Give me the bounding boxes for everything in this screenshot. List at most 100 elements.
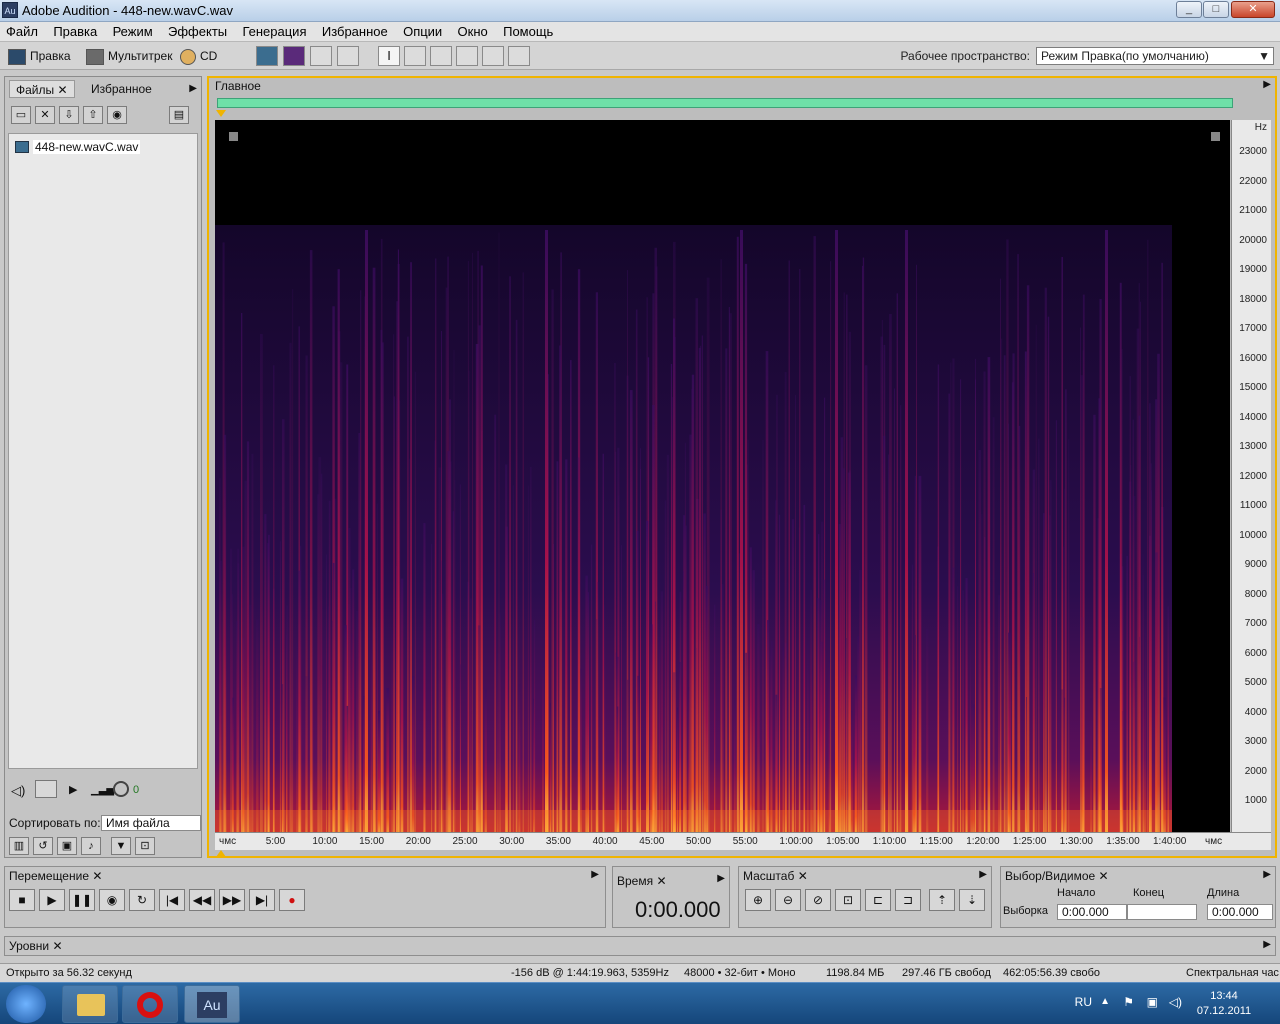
filter-midi-icon[interactable]: ♪: [81, 837, 101, 855]
spot-healing-tool-icon[interactable]: [482, 46, 504, 66]
spectrogram[interactable]: [215, 120, 1230, 832]
zoom-left-edge-icon[interactable]: ⊏: [865, 889, 891, 911]
record-button[interactable]: ●: [279, 889, 305, 911]
view-options-icon[interactable]: ▤: [169, 106, 189, 124]
menu-options[interactable]: Опции: [397, 22, 448, 42]
close-icon[interactable]: ✕: [1099, 869, 1109, 883]
phase-display-icon[interactable]: [337, 46, 359, 66]
fast-forward-button[interactable]: ▶▶: [219, 889, 245, 911]
filter-options-icon[interactable]: ▼: [111, 837, 131, 855]
overview-bar[interactable]: [217, 98, 1233, 108]
audition-taskbar-button[interactable]: Au: [184, 985, 240, 1023]
pan-display-icon[interactable]: [310, 46, 332, 66]
play-from-cursor-button[interactable]: ◉: [99, 889, 125, 911]
editor-tab[interactable]: Главное: [215, 78, 261, 94]
brush-tool-icon[interactable]: [456, 46, 478, 66]
import-icon[interactable]: ⇩: [59, 106, 79, 124]
close-icon[interactable]: ✕: [656, 874, 666, 888]
time-selection-tool-icon[interactable]: I: [378, 46, 400, 66]
edit-view-button[interactable]: Правка: [8, 46, 71, 66]
panel-menu-icon[interactable]: ▶: [1263, 939, 1271, 950]
menu-file[interactable]: Файл: [0, 22, 44, 42]
rewind-button[interactable]: ◀◀: [189, 889, 215, 911]
cd-view-button[interactable]: CD: [180, 46, 217, 66]
marquee-tool-icon[interactable]: [404, 46, 426, 66]
clock[interactable]: 13:44 07.12.2011: [1194, 989, 1254, 1019]
loop-icon[interactable]: [35, 780, 57, 798]
start-button[interactable]: [6, 985, 46, 1023]
corner-marker-icon[interactable]: [1211, 132, 1220, 141]
network-icon[interactable]: ▣: [1147, 995, 1158, 1009]
menu-window[interactable]: Окно: [452, 22, 494, 42]
zoom-in-vertical-icon[interactable]: ⇡: [929, 889, 955, 911]
filter-loop-icon[interactable]: ↺: [33, 837, 53, 855]
play-preview-icon[interactable]: ▶: [69, 783, 77, 796]
panel-menu-icon[interactable]: ▶: [189, 83, 197, 94]
scrub-tool-icon[interactable]: [508, 46, 530, 66]
zoom-out-horizontal-icon[interactable]: ⊖: [775, 889, 801, 911]
panel-menu-icon[interactable]: ▶: [979, 869, 987, 880]
selection-start-field[interactable]: 0:00.000: [1057, 904, 1127, 920]
playhead-marker-icon[interactable]: [216, 110, 226, 117]
list-item[interactable]: 448-new.wavC.wav: [33, 140, 141, 154]
stop-button[interactable]: ■: [9, 889, 35, 911]
close-icon[interactable]: ✕: [798, 869, 808, 883]
pause-button[interactable]: ❚❚: [69, 889, 95, 911]
go-to-end-button[interactable]: ▶|: [249, 889, 275, 911]
corner-marker-icon[interactable]: [229, 132, 238, 141]
panel-menu-icon[interactable]: ▶: [717, 873, 725, 884]
spectral-line: [736, 236, 739, 832]
language-indicator[interactable]: RU: [1075, 995, 1092, 1009]
zoom-out-vertical-icon[interactable]: ⇣: [959, 889, 985, 911]
panel-menu-icon[interactable]: ▶: [591, 869, 599, 880]
menu-generate[interactable]: Генерация: [236, 22, 312, 42]
panel-menu-icon[interactable]: ▶: [1263, 869, 1271, 880]
menu-favorites[interactable]: Избранное: [316, 22, 394, 42]
menu-effects[interactable]: Эффекты: [162, 22, 233, 42]
menu-mode[interactable]: Режим: [107, 22, 159, 42]
sort-select[interactable]: Имя файла: [101, 815, 201, 831]
filter-waveform-icon[interactable]: ▥: [9, 837, 29, 855]
selection-length-field[interactable]: 0:00.000: [1207, 904, 1273, 920]
filter-cd-icon[interactable]: ⊡: [135, 837, 155, 855]
volume-knob[interactable]: [113, 781, 129, 797]
zoom-to-selection-icon[interactable]: ⊡: [835, 889, 861, 911]
menu-help[interactable]: Помощь: [497, 22, 559, 42]
filter-video-icon[interactable]: ▣: [57, 837, 77, 855]
close-button[interactable]: ✕: [1231, 1, 1275, 18]
multitrack-view-button[interactable]: Мультитрек: [86, 46, 172, 66]
zoom-out-full-icon[interactable]: ⊘: [805, 889, 831, 911]
maximize-button[interactable]: □: [1203, 1, 1229, 18]
zoom-in-horizontal-icon[interactable]: ⊕: [745, 889, 771, 911]
playhead-bottom-marker-icon[interactable]: [216, 850, 226, 857]
open-file-icon[interactable]: ▭: [11, 106, 31, 124]
zoom-right-edge-icon[interactable]: ⊐: [895, 889, 921, 911]
explorer-taskbar-button[interactable]: [62, 985, 118, 1023]
minimize-button[interactable]: _: [1176, 1, 1202, 18]
status-view-mode: Спектральная час: [1186, 967, 1279, 979]
volume-icon[interactable]: ◁): [1169, 995, 1182, 1009]
go-to-start-button[interactable]: |◀: [159, 889, 185, 911]
flag-icon[interactable]: ⚑: [1123, 995, 1134, 1009]
tray-arrow-icon[interactable]: ▲: [1100, 996, 1110, 1007]
close-icon[interactable]: ✕: [92, 869, 102, 883]
speaker-icon[interactable]: ◁): [11, 783, 25, 799]
insert-icon[interactable]: ⇧: [83, 106, 103, 124]
close-icon[interactable]: ✕: [52, 939, 62, 953]
menu-edit[interactable]: Правка: [47, 22, 103, 42]
tab-favorites[interactable]: Избранное: [85, 80, 158, 98]
play-button[interactable]: ▶: [39, 889, 65, 911]
waveform-display-icon[interactable]: [256, 46, 278, 66]
panel-menu-icon[interactable]: ▶: [1263, 79, 1271, 90]
close-file-icon[interactable]: ✕: [35, 106, 55, 124]
edit-file-icon[interactable]: ◉: [107, 106, 127, 124]
lasso-tool-icon[interactable]: [430, 46, 452, 66]
selection-end-field[interactable]: [1127, 904, 1197, 920]
spectral-line: [339, 362, 343, 832]
loop-play-button[interactable]: ↻: [129, 889, 155, 911]
opera-taskbar-button[interactable]: [122, 985, 178, 1023]
close-icon[interactable]: ✕: [57, 83, 67, 97]
tab-files[interactable]: Файлы ✕: [9, 80, 75, 98]
spectral-display-icon[interactable]: [283, 46, 305, 66]
workspace-select[interactable]: Режим Правка(по умолчанию) ▼: [1036, 47, 1274, 65]
